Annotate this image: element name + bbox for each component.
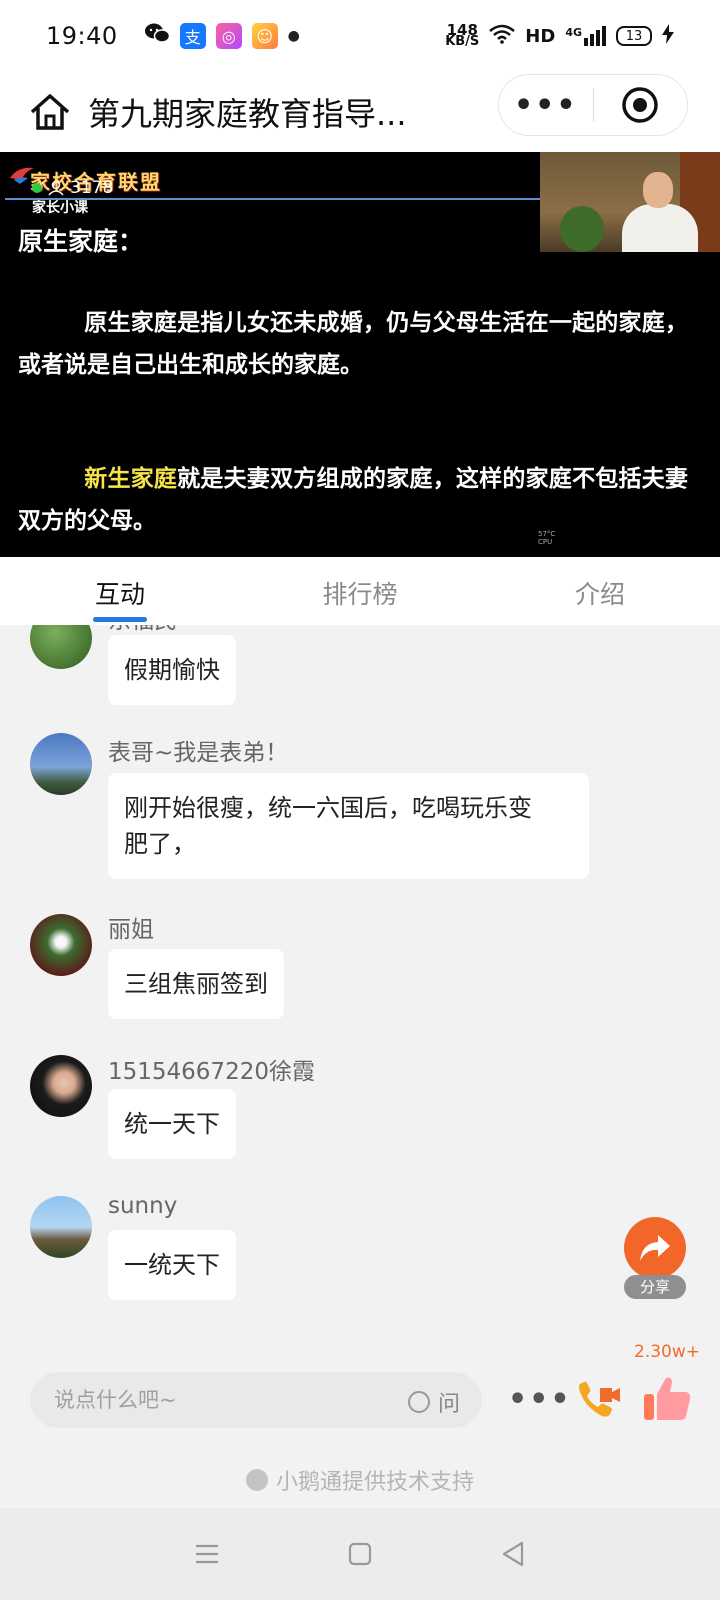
notification-icons: 支 ◎ ☺ ● (144, 22, 300, 50)
message-bubble: 一统天下 (108, 1230, 236, 1300)
system-indicators: 148 KB/S HD 4G 13 (445, 21, 674, 49)
cpu-overlay: 57°C CPU (538, 530, 556, 546)
course-sub-logo: 家长小课 (32, 200, 88, 216)
close-mini-program-button[interactable] (594, 86, 688, 124)
more-notifications-icon: ● (287, 28, 300, 44)
share-button[interactable] (624, 1217, 686, 1279)
video-call-icon[interactable] (574, 1376, 622, 1424)
slide-paragraph-2: 新生家庭就是夫妻双方组成的家庭，这样的家庭不包括夫妻双方的父母。 (18, 465, 689, 534)
slide-highlight: 新生家庭 (84, 465, 178, 492)
chat-list[interactable]: 东福民 假期愉快 表哥~我是表弟！ 刚开始很瘦，统一六国后，吃喝玩乐变 肥了， … (0, 625, 720, 1352)
live-dot-icon (32, 183, 42, 193)
network-speed: 148 KB/S (445, 21, 480, 49)
message-bubble: 三组焦丽签到 (108, 949, 284, 1019)
presenter-camera (540, 152, 720, 252)
clock: 19:40 (46, 22, 118, 50)
battery-icon: 13 (616, 26, 652, 46)
menu-icon[interactable] (192, 1539, 222, 1569)
message-bubble: 假期愉快 (108, 635, 236, 705)
wifi-icon (489, 24, 516, 49)
ask-question-toggle[interactable]: 问 (407, 1386, 460, 1418)
xiaoe-logo-icon (245, 1469, 268, 1491)
avatar[interactable] (30, 1055, 92, 1117)
comment-input-container[interactable]: 问 (30, 1372, 482, 1428)
checkbox-icon (407, 1391, 430, 1413)
home-square-icon[interactable] (345, 1539, 375, 1569)
bottom-input-bar: 问 ••• 2.30w+ (0, 1342, 720, 1452)
avatar[interactable] (30, 1196, 92, 1258)
charging-icon (662, 23, 674, 49)
avatar[interactable] (30, 733, 92, 795)
app-icon: ◎ (215, 23, 242, 49)
share-arrow-icon (640, 1235, 670, 1261)
username: 丽姐 (108, 917, 154, 943)
back-icon[interactable] (498, 1539, 528, 1569)
tab-interaction[interactable]: 互动 (0, 557, 240, 625)
username: sunny (108, 1193, 178, 1219)
message-bubble: 刚开始很瘦，统一六国后，吃喝玩乐变 肥了， (108, 773, 589, 879)
comment-input[interactable] (54, 1388, 384, 1412)
tab-leaderboard[interactable]: 排行榜 (240, 557, 480, 625)
tab-bar: 互动 排行榜 介绍 (0, 557, 720, 625)
thumbs-up-icon[interactable] (642, 1374, 692, 1424)
online-viewers: 3178 (32, 178, 113, 198)
hd-indicator: HD (525, 25, 556, 47)
wechat-icon (144, 22, 170, 50)
username: 东福民 (108, 625, 177, 635)
home-icon[interactable] (28, 90, 72, 134)
signal-icon: 4G (565, 26, 606, 46)
share-label[interactable]: 分享 (624, 1275, 686, 1299)
username: 15154667220徐霞 (108, 1059, 315, 1085)
more-menu-button[interactable]: ••• (499, 88, 593, 123)
status-bar: 19:40 支 ◎ ☺ ● 148 KB/S HD 4G 13 (0, 0, 720, 72)
game-icon: ☺ (251, 23, 278, 49)
slide-divider (5, 198, 540, 200)
slide-heading: 原生家庭： (18, 227, 144, 256)
avatar[interactable] (30, 625, 92, 669)
page-title: 第九期家庭教育指导... (88, 95, 407, 133)
tab-intro[interactable]: 介绍 (480, 557, 720, 625)
target-icon (622, 87, 658, 123)
like-count: 2.30w+ (634, 1342, 700, 1362)
alipay-icon: 支 (179, 23, 206, 49)
slide-paragraph-1: 原生家庭是指儿女还未成婚，仍与父母生活在一起的家庭，或者说是自己出生和成长的家庭… (18, 309, 688, 378)
person-icon (48, 180, 64, 196)
username: 表哥~我是表弟！ (108, 740, 289, 766)
nav-bar: 第九期家庭教育指导... ••• (0, 72, 720, 152)
mini-program-capsule: ••• (498, 74, 688, 136)
tech-support-footer: 小鹅通提供技术支持 (0, 1452, 720, 1508)
live-video-player[interactable]: 家校合育联盟 3178 家长小课 原生家庭： 原生家庭是指儿女还未成婚，仍与父母… (0, 152, 720, 557)
system-navigation-bar (0, 1508, 720, 1600)
more-options-button[interactable]: ••• (508, 1382, 572, 1417)
avatar[interactable] (30, 914, 92, 976)
message-bubble: 统一天下 (108, 1089, 236, 1159)
